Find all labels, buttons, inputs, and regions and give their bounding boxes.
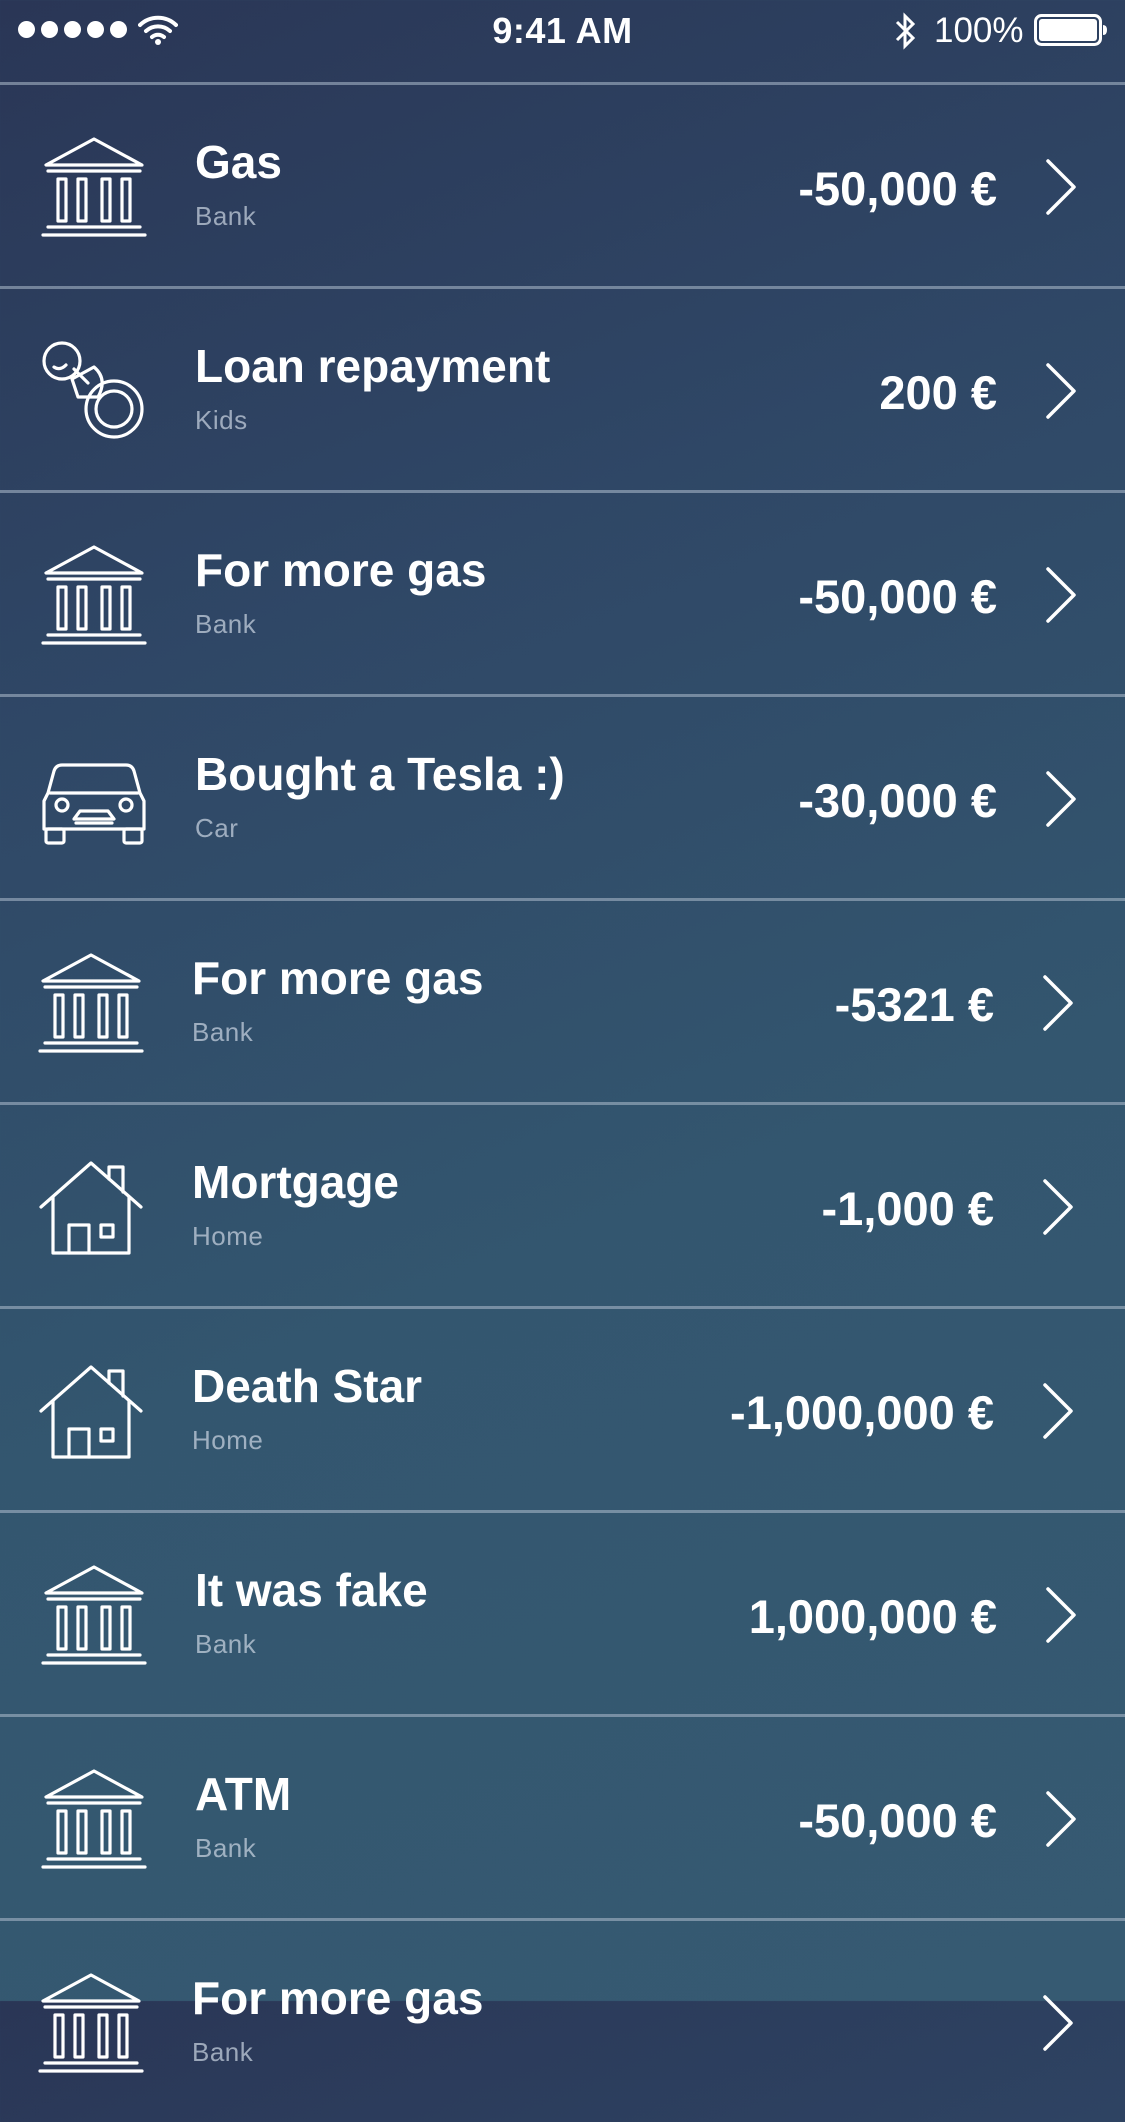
transaction-title: It was fake xyxy=(195,1564,428,1616)
transaction-amount: -30,000 € xyxy=(798,774,997,827)
bank-icon xyxy=(40,1563,148,1667)
transaction-row[interactable]: Gas Bank -50,000 € xyxy=(0,82,1125,286)
bank-icon xyxy=(37,951,145,1055)
transaction-row[interactable]: Death Star Home -1,000,000 € xyxy=(0,1306,1125,1510)
home-icon xyxy=(37,1359,145,1463)
transaction-amount: 1,000,000 € xyxy=(748,1590,997,1643)
transaction-category: Bank xyxy=(195,1833,257,1863)
chevron-right-icon[interactable] xyxy=(1042,1789,1078,1849)
chevron-right-icon[interactable] xyxy=(1042,769,1078,829)
transaction-row[interactable]: It was fake Bank 1,000,000 € xyxy=(0,1510,1125,1714)
battery-percentage: 100% xyxy=(934,11,1024,50)
transaction-row[interactable]: ATM Bank -50,000 € xyxy=(0,1714,1125,1918)
home-icon xyxy=(37,1155,145,1259)
bank-icon xyxy=(40,135,148,239)
chevron-right-icon[interactable] xyxy=(1039,973,1075,1033)
transaction-title: Mortgage xyxy=(192,1156,399,1208)
transaction-row[interactable]: Bought a Tesla :) Car -30,000 € xyxy=(0,694,1125,898)
transaction-amount: -50,000 € xyxy=(798,1794,997,1847)
transaction-amount: -5321 € xyxy=(834,978,994,1031)
bank-icon xyxy=(40,1767,148,1871)
chevron-right-icon[interactable] xyxy=(1042,565,1078,625)
transaction-category: Bank xyxy=(195,609,257,639)
transaction-list[interactable]: Gas Bank -50,000 € Loan repayment Kids 200 €… xyxy=(0,82,1125,2122)
transaction-row[interactable]: For more gas Bank xyxy=(0,1918,1125,2122)
pacifier-icon xyxy=(40,339,148,443)
battery-full-icon xyxy=(1034,14,1107,46)
chevron-right-icon[interactable] xyxy=(1039,1993,1075,2053)
transaction-category: Bank xyxy=(195,1629,257,1659)
chevron-right-icon[interactable] xyxy=(1042,361,1078,421)
transaction-title: Loan repayment xyxy=(195,340,551,392)
transaction-row[interactable]: Loan repayment Kids 200 € xyxy=(0,286,1125,490)
chevron-right-icon[interactable] xyxy=(1042,1585,1078,1645)
transaction-amount: -50,000 € xyxy=(798,570,997,623)
chevron-right-icon[interactable] xyxy=(1042,157,1078,217)
transaction-category: Kids xyxy=(195,405,248,435)
transaction-category: Home xyxy=(192,1221,264,1251)
transaction-category: Bank xyxy=(192,1017,254,1047)
car-icon xyxy=(40,747,148,851)
transaction-category: Home xyxy=(192,1425,264,1455)
bluetooth-icon xyxy=(895,12,916,50)
transaction-title: For more gas xyxy=(195,544,487,596)
transaction-amount: -1,000 € xyxy=(821,1182,994,1235)
transaction-title: Death Star xyxy=(192,1360,423,1412)
transaction-amount: -50,000 € xyxy=(798,162,997,215)
transaction-title: ATM xyxy=(195,1768,292,1820)
transaction-row[interactable]: Mortgage Home -1,000 € xyxy=(0,1102,1125,1306)
transaction-category: Car xyxy=(195,813,239,843)
transaction-row[interactable]: For more gas Bank -5321 € xyxy=(0,898,1125,1102)
chevron-right-icon[interactable] xyxy=(1039,1177,1075,1237)
transaction-title: For more gas xyxy=(192,952,484,1004)
transaction-title: Gas xyxy=(195,136,282,188)
chevron-right-icon[interactable] xyxy=(1039,1381,1075,1441)
transaction-amount: 200 € xyxy=(879,366,997,419)
transaction-category: Bank xyxy=(192,2037,254,2067)
bank-icon xyxy=(37,1971,145,2075)
bank-icon xyxy=(40,543,148,647)
transaction-row[interactable]: For more gas Bank -50,000 € xyxy=(0,490,1125,694)
transaction-title: For more gas xyxy=(192,1972,484,2024)
status-bar: 9:41 AM 100% xyxy=(0,0,1125,84)
transaction-title: Bought a Tesla :) xyxy=(195,748,565,800)
transaction-amount: -1,000,000 € xyxy=(730,1386,994,1439)
transaction-category: Bank xyxy=(195,201,257,231)
